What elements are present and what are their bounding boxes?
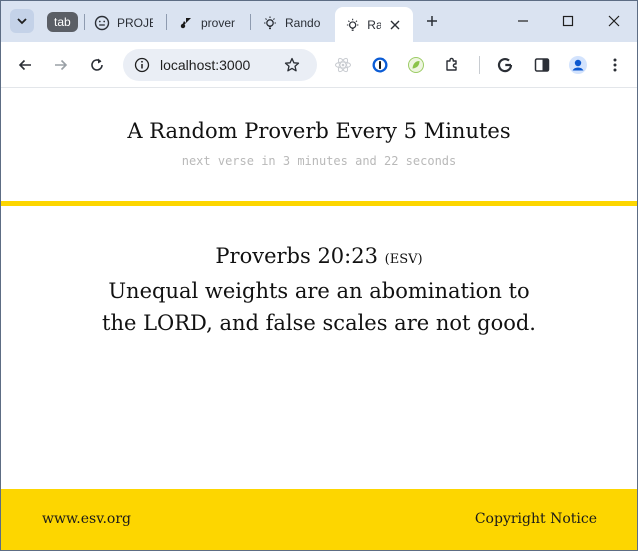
page-title: A Random Proverb Every 5 Minutes: [127, 119, 511, 143]
extension-react-button[interactable]: [331, 53, 355, 77]
chevron-down-icon: [17, 18, 27, 25]
countdown-text: next verse in 3 minutes and 22 seconds: [181, 154, 457, 168]
info-icon: [134, 57, 150, 73]
tab-label: Ra: [367, 17, 380, 32]
url-text[interactable]: localhost:3000: [160, 57, 250, 73]
side-panel-icon: [534, 58, 550, 72]
tab-separator: [166, 14, 167, 30]
google-icon: [497, 57, 513, 73]
tab-search-button[interactable]: [10, 9, 34, 33]
extensions-button[interactable]: [440, 53, 464, 77]
tab-strip: tab PROJECT proverbs: [1, 1, 637, 42]
arrow-right-icon: [55, 59, 68, 71]
extension-leaf-button[interactable]: [404, 53, 428, 77]
menu-button[interactable]: [603, 53, 627, 77]
reload-icon: [91, 58, 103, 71]
leaf-icon: [408, 57, 424, 73]
verse-block: Proverbs 20:23 (ESV) Unequal weights are…: [101, 241, 537, 339]
verse-version: (ESV): [384, 252, 423, 267]
tab-random[interactable]: Random: [262, 9, 324, 36]
tab-label: proverbs: [201, 15, 235, 30]
tab-project[interactable]: PROJECT: [94, 9, 156, 36]
verse-reference-line: Proverbs 20:23 (ESV): [101, 241, 537, 275]
back-button[interactable]: [13, 53, 37, 77]
star-icon: [284, 57, 300, 72]
avatar-icon: [569, 56, 587, 74]
close-icon: [608, 15, 620, 27]
tab-group-chip[interactable]: tab: [47, 12, 78, 32]
esv-link[interactable]: www.esv.org: [42, 511, 131, 527]
password-manager-icon: [372, 57, 388, 73]
address-bar[interactable]: localhost:3000: [123, 49, 317, 81]
extension-password-button[interactable]: [368, 53, 392, 77]
kebab-menu-icon: [613, 58, 617, 72]
browser-window: tab PROJECT proverbs: [0, 0, 638, 551]
lightbulb-icon: [346, 18, 359, 31]
lightbulb-icon: [264, 16, 276, 29]
side-panel-button[interactable]: [530, 53, 554, 77]
react-devtools-icon: [335, 57, 351, 73]
forward-button[interactable]: [49, 53, 73, 77]
bookmark-button[interactable]: [282, 55, 302, 75]
minimize-icon: [518, 20, 528, 22]
plus-icon: [427, 16, 437, 26]
profile-button[interactable]: [566, 53, 590, 77]
page-footer: www.esv.org Copyright Notice: [1, 489, 637, 550]
verse-text: Unequal weights are an abomination to th…: [102, 279, 536, 335]
puzzle-icon: [446, 57, 457, 71]
tab-proverbs[interactable]: proverbs: [178, 9, 240, 36]
minimize-button[interactable]: [513, 11, 533, 31]
smiley-icon: [94, 15, 110, 30]
tab-label: Random: [285, 15, 321, 30]
close-icon: [390, 20, 400, 29]
reload-button[interactable]: [85, 53, 109, 77]
close-window-button[interactable]: [604, 11, 624, 31]
vercel-icon: [180, 17, 191, 28]
copyright-notice-link[interactable]: Copyright Notice: [475, 511, 597, 527]
maximize-icon: [562, 15, 574, 27]
google-button[interactable]: [493, 53, 517, 77]
browser-toolbar: localhost:3000: [1, 42, 637, 88]
tab-label: PROJECT: [117, 15, 153, 30]
arrow-left-icon: [18, 59, 31, 71]
maximize-button[interactable]: [558, 11, 578, 31]
tab-active[interactable]: Ra: [335, 7, 413, 42]
close-tab-button[interactable]: [388, 17, 403, 33]
toolbar-divider: [479, 56, 480, 74]
site-info-button[interactable]: [132, 55, 152, 75]
page-header: A Random Proverb Every 5 Minutes next ve…: [1, 89, 637, 201]
page-content: A Random Proverb Every 5 Minutes next ve…: [1, 89, 637, 550]
new-tab-button[interactable]: [422, 11, 442, 31]
verse-reference: Proverbs 20:23: [215, 244, 378, 268]
header-divider: [1, 201, 637, 206]
tab-separator: [250, 14, 251, 30]
tab-separator: [84, 14, 85, 30]
